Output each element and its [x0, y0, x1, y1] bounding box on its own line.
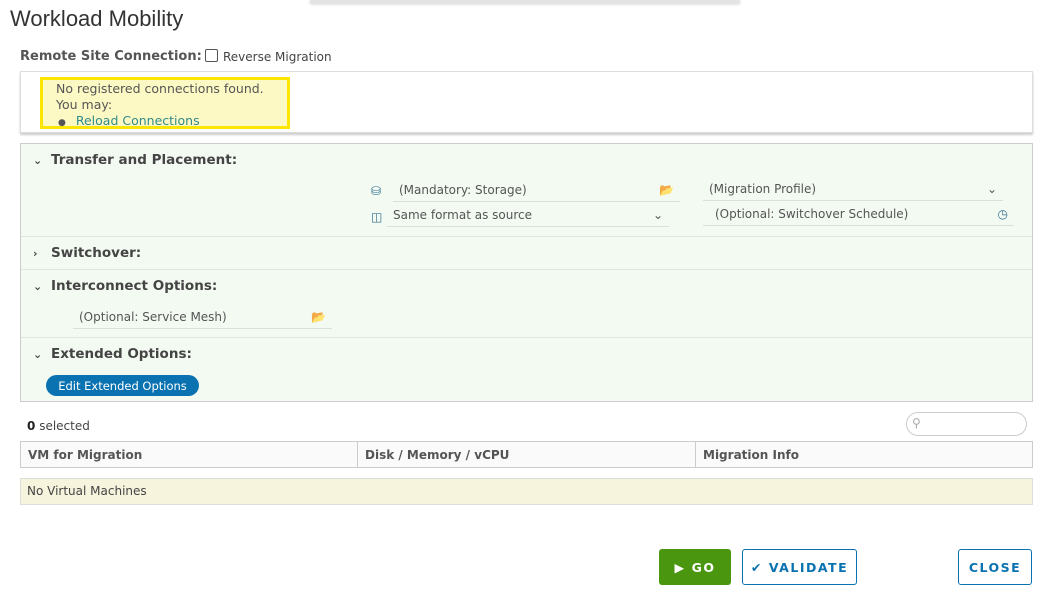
disk-format-icon: ◫ — [371, 210, 383, 224]
page-title: Workload Mobility — [10, 6, 184, 31]
chevron-down-icon: ⌄ — [33, 279, 43, 293]
no-connections-warning: No registered connections found. You may… — [40, 77, 290, 129]
remote-site-label: Remote Site Connection: — [20, 49, 202, 64]
disk-format-select[interactable]: Same format as source ⌄ — [387, 203, 669, 227]
reverse-migration-checkbox[interactable] — [205, 49, 218, 62]
chevron-down-icon: ⌄ — [33, 347, 43, 361]
chevron-right-icon: › — [33, 246, 38, 260]
play-icon: ▶ — [674, 559, 686, 575]
close-button[interactable]: CLOSE — [958, 549, 1032, 585]
count-label: selected — [39, 419, 90, 433]
storage-field[interactable]: (Mandatory: Storage) 📂 — [393, 178, 680, 202]
chevron-down-icon: ⌄ — [33, 153, 43, 167]
edit-extended-options-button[interactable]: Edit Extended Options — [46, 375, 199, 396]
clock-icon[interactable]: ◷ — [998, 207, 1008, 221]
options-panel: ⌄ Transfer and Placement: ⛁ (Mandatory: S… — [20, 143, 1033, 402]
search-icon: ⚲ — [912, 416, 921, 430]
check-circle-icon: ✔︎ — [750, 559, 763, 575]
migration-profile-select[interactable]: (Migration Profile) ⌄ — [703, 177, 1003, 201]
search-input[interactable]: ⚲ — [906, 412, 1027, 436]
switchover-section-header[interactable]: › Switchover: — [33, 245, 141, 261]
folder-icon[interactable]: 📂 — [311, 310, 326, 324]
warning-text: No registered connections found. — [56, 81, 264, 96]
go-button[interactable]: ▶ GO — [659, 549, 731, 585]
interconnect-section-header[interactable]: ⌄ Interconnect Options: — [33, 278, 217, 294]
storage-icon: ⛁ — [371, 184, 382, 198]
empty-table-row: No Virtual Machines — [20, 478, 1033, 505]
reload-connections-link[interactable]: Reload Connections — [76, 113, 200, 128]
validate-button[interactable]: ✔︎ VALIDATE — [742, 549, 857, 585]
extended-section-header[interactable]: ⌄ Extended Options: — [33, 346, 192, 362]
column-vm[interactable]: VM for Migration — [21, 442, 358, 467]
warning-text-2: You may: — [56, 97, 113, 112]
chevron-down-icon: ⌄ — [986, 181, 997, 196]
count-value: 0 — [27, 419, 36, 433]
chevron-down-icon: ⌄ — [652, 207, 663, 222]
selected-count: 0 selected — [27, 419, 90, 433]
reverse-migration-label[interactable]: Reverse Migration — [223, 50, 332, 64]
service-mesh-field[interactable]: (Optional: Service Mesh) 📂 — [73, 305, 332, 329]
switchover-schedule-field[interactable]: (Optional: Switchover Schedule) ◷ — [703, 202, 1014, 226]
transfer-section-header[interactable]: ⌄ Transfer and Placement: — [33, 152, 237, 168]
folder-icon[interactable]: 📂 — [659, 183, 674, 197]
overlay-edge — [310, 0, 740, 3]
column-migration-info[interactable]: Migration Info — [696, 442, 1032, 467]
column-resources[interactable]: Disk / Memory / vCPU — [358, 442, 696, 467]
table-header: VM for Migration Disk / Memory / vCPU Mi… — [20, 441, 1033, 468]
